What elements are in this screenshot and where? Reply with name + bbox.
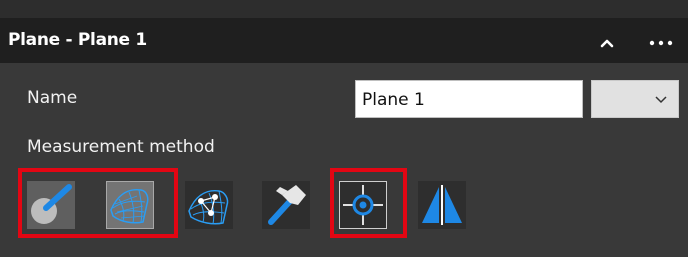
hammer-icon: [268, 185, 306, 225]
mirror-tool-button[interactable]: [418, 181, 466, 229]
hammer-tool-button[interactable]: [262, 181, 310, 229]
mesh-points-tool-button[interactable]: [185, 181, 233, 229]
name-label: Name: [27, 88, 78, 108]
mesh-points-icon: [188, 189, 229, 225]
more-icon: [649, 40, 673, 46]
highlight-box-left: [18, 168, 178, 238]
mirror-triangles-icon: [422, 185, 462, 225]
panel-title: Plane - Plane 1: [8, 30, 147, 50]
collapse-button[interactable]: [596, 32, 618, 54]
name-input[interactable]: [355, 80, 583, 118]
measurement-method-label: Measurement method: [27, 137, 215, 157]
chevron-down-icon: [655, 96, 667, 104]
chevron-up-icon: [600, 39, 614, 48]
name-dropdown[interactable]: [591, 80, 679, 118]
more-options-button[interactable]: [644, 32, 680, 54]
top-bar: [0, 0, 688, 18]
highlight-box-crosshair: [330, 168, 407, 238]
